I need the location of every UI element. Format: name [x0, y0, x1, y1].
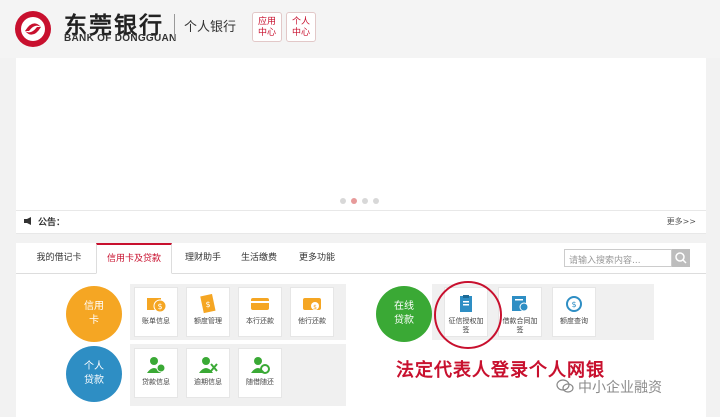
- tab-more-functions[interactable]: 更多功能: [292, 243, 342, 273]
- section-title: 个人银行: [184, 20, 237, 35]
- carousel-dot-2[interactable]: [351, 198, 357, 204]
- borrow-repay-tile[interactable]: 随借随还: [238, 348, 282, 398]
- header-divider: [174, 14, 175, 40]
- wechat-icon: [556, 379, 574, 393]
- overdue-info-tile[interactable]: 逾期信息: [186, 348, 230, 398]
- bill-info-tile[interactable]: $ 账单信息: [134, 287, 178, 337]
- limit-query-tile[interactable]: $ 额度查询: [552, 287, 596, 337]
- loan-info-tile[interactable]: 贷款信息: [134, 348, 178, 398]
- borrow-repay-label: 随借随还: [246, 378, 274, 386]
- card-repay-icon: [251, 298, 269, 310]
- bank-name-english: BANK OF DONGGUAN: [64, 33, 177, 44]
- header: 东莞银行 BANK OF DONGGUAN 个人银行 应用 中心 个人 中心: [0, 0, 720, 58]
- limit-management-tile[interactable]: $ 额度管理: [186, 287, 230, 337]
- credit-circle-line-1: 信用: [84, 301, 104, 312]
- online-loan-circle[interactable]: 在线 贷款: [376, 286, 432, 342]
- app-center-label-2: 中心: [257, 28, 276, 38]
- limit-document-icon: $: [200, 294, 216, 314]
- limit-query-label: 额度查询: [560, 317, 588, 325]
- user-gear-icon: [251, 357, 270, 374]
- personal-loan-circle[interactable]: 个人 贷款: [66, 346, 122, 402]
- svg-text:$: $: [205, 300, 210, 309]
- carousel-dot-1[interactable]: [340, 198, 346, 204]
- online-loan-line-2: 贷款: [394, 315, 414, 326]
- loan-contract-tile[interactable]: 借款合同加 签: [498, 287, 542, 337]
- tab-credit-card-loans[interactable]: 信用卡及贷款: [96, 243, 172, 274]
- notice-more-link[interactable]: 更多>>: [667, 216, 696, 227]
- app-center-label-1: 应用: [257, 17, 276, 27]
- certificate-icon: [512, 296, 529, 312]
- carousel-dot-4[interactable]: [373, 198, 379, 204]
- watermark: 中小企业融资: [578, 380, 662, 396]
- personal-center-label-1: 个人: [291, 17, 310, 27]
- limit-management-label: 额度管理: [194, 317, 222, 325]
- card-dollar-icon: $: [303, 298, 321, 311]
- bill-info-label: 账单信息: [142, 317, 170, 325]
- tab-debit-card[interactable]: 我的借记卡: [28, 243, 90, 273]
- notice-label: 公告：: [38, 218, 66, 228]
- own-bank-repayment-tile[interactable]: 本行还款: [238, 287, 282, 337]
- tab-bar: 我的借记卡 信用卡及贷款 理财助手 生活缴费 更多功能 请输入搜索内容...: [16, 243, 706, 274]
- notice-bar: 公告： 更多>>: [16, 210, 706, 234]
- overdue-info-label: 逾期信息: [194, 378, 222, 386]
- tab-bill-payment[interactable]: 生活缴费: [234, 243, 284, 273]
- credit-card-circle[interactable]: 信用 卡: [66, 286, 122, 342]
- highlight-circle: [434, 281, 502, 349]
- search-button[interactable]: [672, 249, 690, 267]
- other-bank-repayment-tile[interactable]: $ 他行还款: [290, 287, 334, 337]
- user-alert-icon: [199, 357, 218, 373]
- svg-text:$: $: [571, 300, 576, 309]
- loan-contract-label-2: 签: [516, 326, 524, 334]
- personal-center-label-2: 中心: [291, 28, 310, 38]
- app-center-button[interactable]: 应用 中心: [252, 12, 282, 42]
- svg-text:$: $: [157, 302, 162, 311]
- online-loan-line-1: 在线: [394, 301, 414, 312]
- svg-text:$: $: [313, 304, 317, 311]
- loan-info-label: 贷款信息: [142, 378, 170, 386]
- own-bank-repayment-label: 本行还款: [246, 317, 274, 325]
- other-bank-repayment-label: 他行还款: [298, 317, 326, 325]
- user-dollar-icon: [147, 357, 166, 373]
- loan-contract-label-1: 借款合同加: [502, 317, 538, 325]
- loan-circle-line-1: 个人: [84, 361, 104, 372]
- banner-carousel[interactable]: [16, 58, 706, 210]
- carousel-dot-3[interactable]: [362, 198, 368, 204]
- personal-center-button[interactable]: 个人 中心: [286, 12, 316, 42]
- tab-wealth-assistant[interactable]: 理财助手: [178, 243, 228, 273]
- bill-dollar-icon: $: [147, 298, 167, 313]
- loan-circle-line-2: 贷款: [84, 375, 104, 386]
- search-input[interactable]: 请输入搜索内容...: [564, 249, 672, 267]
- speaker-icon: [24, 217, 31, 225]
- refresh-dollar-icon: $: [566, 296, 582, 312]
- bank-logo-icon[interactable]: [14, 10, 52, 48]
- credit-circle-line-2: 卡: [89, 315, 99, 326]
- search-icon: [675, 252, 687, 264]
